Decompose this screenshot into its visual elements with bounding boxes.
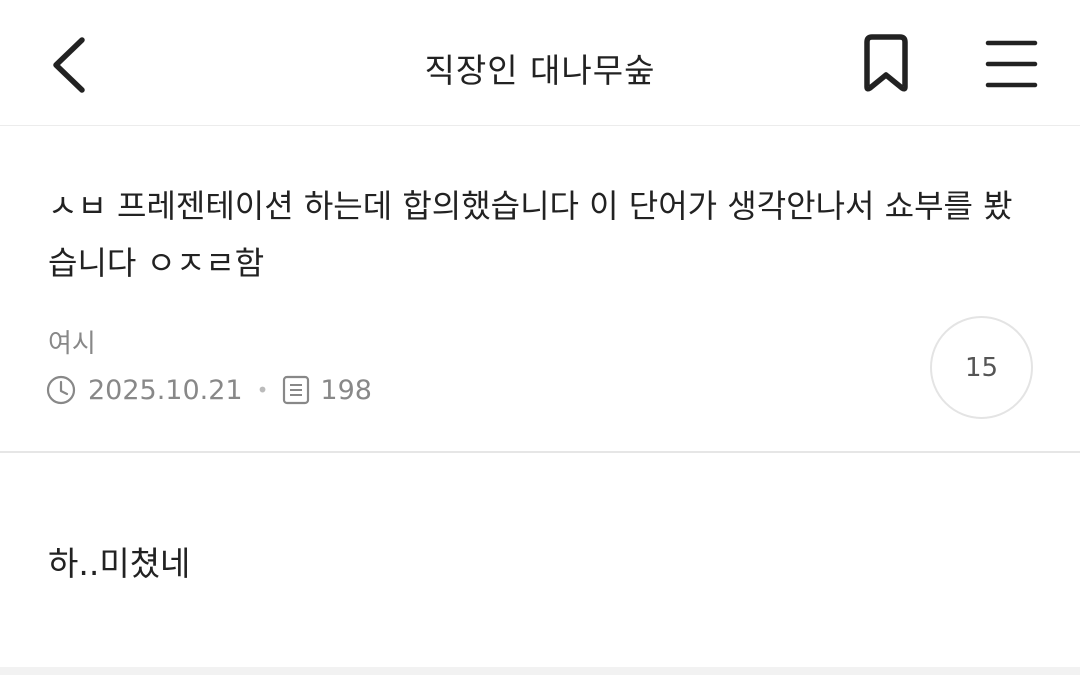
meta-separator: •: [256, 378, 269, 402]
post-header: ㅅㅂ 프레젠테이션 하는데 합의했습니다 이 단어가 생각안나서 쇼부를 봤습니…: [0, 126, 1080, 453]
view-count: 198: [320, 374, 372, 406]
post-title: ㅅㅂ 프레젠테이션 하는데 합의했습니다 이 단어가 생각안나서 쇼부를 봤습니…: [48, 187, 1013, 282]
post-meta: 2025.10.21 • 198: [46, 370, 372, 410]
comment-count: 15: [964, 352, 999, 383]
bottom-divider: [0, 667, 1080, 675]
clock-icon: [46, 375, 76, 405]
hamburger-menu-icon: [985, 40, 1038, 88]
menu-button[interactable]: [980, 36, 1042, 92]
views-icon: [282, 375, 310, 405]
post-author: 여시: [48, 329, 96, 359]
post-date: 2025.10.21: [88, 374, 243, 406]
comment-count-button[interactable]: 15: [930, 316, 1033, 419]
board-title: 직장인 대나무숲: [424, 51, 656, 90]
app-root: 직장인 대나무숲 ㅅㅂ 프레젠테이션 하는데 합의했습니다 이 단어가 생각안나…: [0, 0, 1080, 675]
bookmark-icon: [864, 34, 908, 92]
post-body: 하..미쳤네: [48, 544, 191, 583]
top-header: 직장인 대나무숲: [0, 0, 1080, 126]
bookmark-button[interactable]: [855, 32, 917, 96]
